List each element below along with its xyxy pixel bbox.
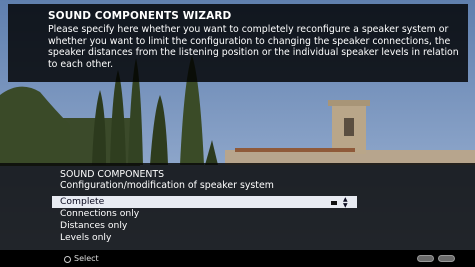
exit-button[interactable]	[438, 255, 455, 262]
wizard-title: SOUND COMPONENTS WIZARD	[48, 10, 232, 22]
back-button[interactable]	[417, 255, 434, 262]
wizard-info-box: SOUND COMPONENTS WIZARD Please specify h…	[8, 4, 468, 82]
menu-item-connections-only[interactable]: Connections only	[52, 208, 357, 220]
footer-bar: Select	[0, 250, 475, 267]
configuration-menu: Complete Connections only Distances only…	[52, 196, 357, 244]
menu-item-levels-only[interactable]: Levels only	[52, 232, 357, 244]
panel-title: SOUND COMPONENTS	[60, 169, 165, 180]
select-hint: Select	[74, 254, 99, 263]
wizard-description: Please specify here whether you want to …	[48, 24, 459, 70]
ok-indicator-icon	[331, 201, 337, 205]
panel-subtitle: Configuration/modification of speaker sy…	[60, 180, 274, 191]
menu-item-distances-only[interactable]: Distances only	[52, 220, 357, 232]
menu-item-complete[interactable]: Complete	[52, 196, 357, 208]
tv-screen: SOUND COMPONENTS WIZARD Please specify h…	[0, 0, 475, 267]
select-circle-icon	[64, 256, 71, 263]
selection-stepper[interactable]: ▲ ▼	[331, 197, 357, 210]
arrow-down-icon[interactable]: ▼	[343, 203, 348, 209]
